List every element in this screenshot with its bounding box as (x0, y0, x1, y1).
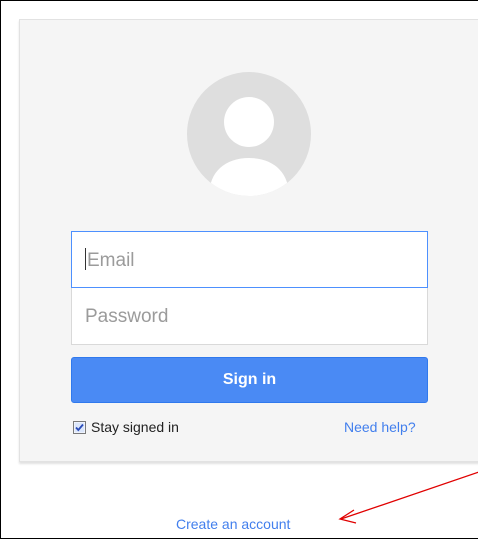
need-help-label: Need help? (344, 419, 416, 435)
create-account-label: Create an account (176, 516, 291, 532)
password-field[interactable]: Password (71, 288, 428, 345)
stay-signed-in-checkbox[interactable] (73, 420, 86, 434)
checkmark-icon (74, 422, 85, 432)
need-help-link[interactable]: Need help? (344, 419, 416, 435)
stay-signed-in-label: Stay signed in (91, 419, 179, 435)
sign-in-label: Sign in (222, 371, 277, 388)
sign-in-button[interactable]: Sign in (71, 357, 428, 403)
password-placeholder: Password (85, 306, 169, 327)
email-field[interactable]: Email (71, 231, 428, 288)
screenshot-frame: Email Password Sign in Stay signed in Ne… (0, 0, 478, 539)
create-account-link[interactable]: Create an account (176, 516, 290, 532)
user-silhouette-icon (209, 97, 289, 196)
text-cursor (85, 248, 86, 271)
avatar (187, 72, 311, 196)
stay-signed-in[interactable]: Stay signed in (73, 419, 179, 435)
email-placeholder: Email (87, 250, 135, 271)
